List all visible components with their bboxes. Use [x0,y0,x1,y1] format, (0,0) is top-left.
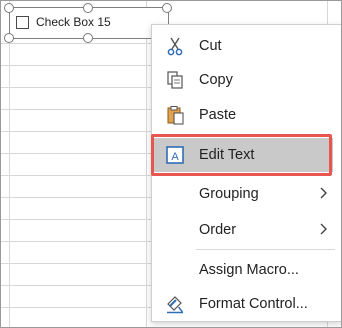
menu-item-paste[interactable]: Paste [152,98,341,132]
submenu-arrow-icon [319,221,329,237]
menu-item-assign-macro[interactable]: Assign Macro... [152,253,341,287]
menu-item-format-control[interactable]: Format Control... [152,287,341,321]
menu-item-cut[interactable]: Cut [152,29,341,63]
menu-item-order[interactable]: Order [152,213,341,247]
grid-col-line [9,1,10,327]
grid-col-line [146,1,147,327]
menu-item-label: Paste [199,107,237,123]
resize-handle-bottom-middle[interactable] [83,33,93,43]
worksheet-frame: Check Box 15 Cut Copy Paste A Edit Text … [0,0,342,328]
menu-item-label: Grouping [199,186,259,202]
paste-icon [165,105,185,125]
resize-handle-top-left[interactable] [4,3,14,13]
copy-icon [165,70,185,90]
checkbox-label: Check Box 15 [36,15,111,29]
menu-item-label: Format Control... [199,296,308,312]
menu-item-label: Copy [199,72,233,88]
menu-item-label: Assign Macro... [199,262,299,278]
checkbox-square[interactable] [16,16,29,29]
resize-handle-top-right[interactable] [162,3,172,13]
menu-item-grouping[interactable]: Grouping [152,177,341,211]
menu-item-label: Order [199,222,237,238]
format-control-icon [165,294,185,314]
submenu-arrow-icon [319,185,329,201]
edit-text-focus-outline [151,134,332,176]
menu-item-copy[interactable]: Copy [152,63,341,97]
menu-separator [196,249,335,250]
resize-handle-bottom-left[interactable] [4,33,14,43]
menu-item-label: Cut [199,38,222,54]
scissors-icon [165,36,185,56]
resize-handle-top-middle[interactable] [83,3,93,13]
